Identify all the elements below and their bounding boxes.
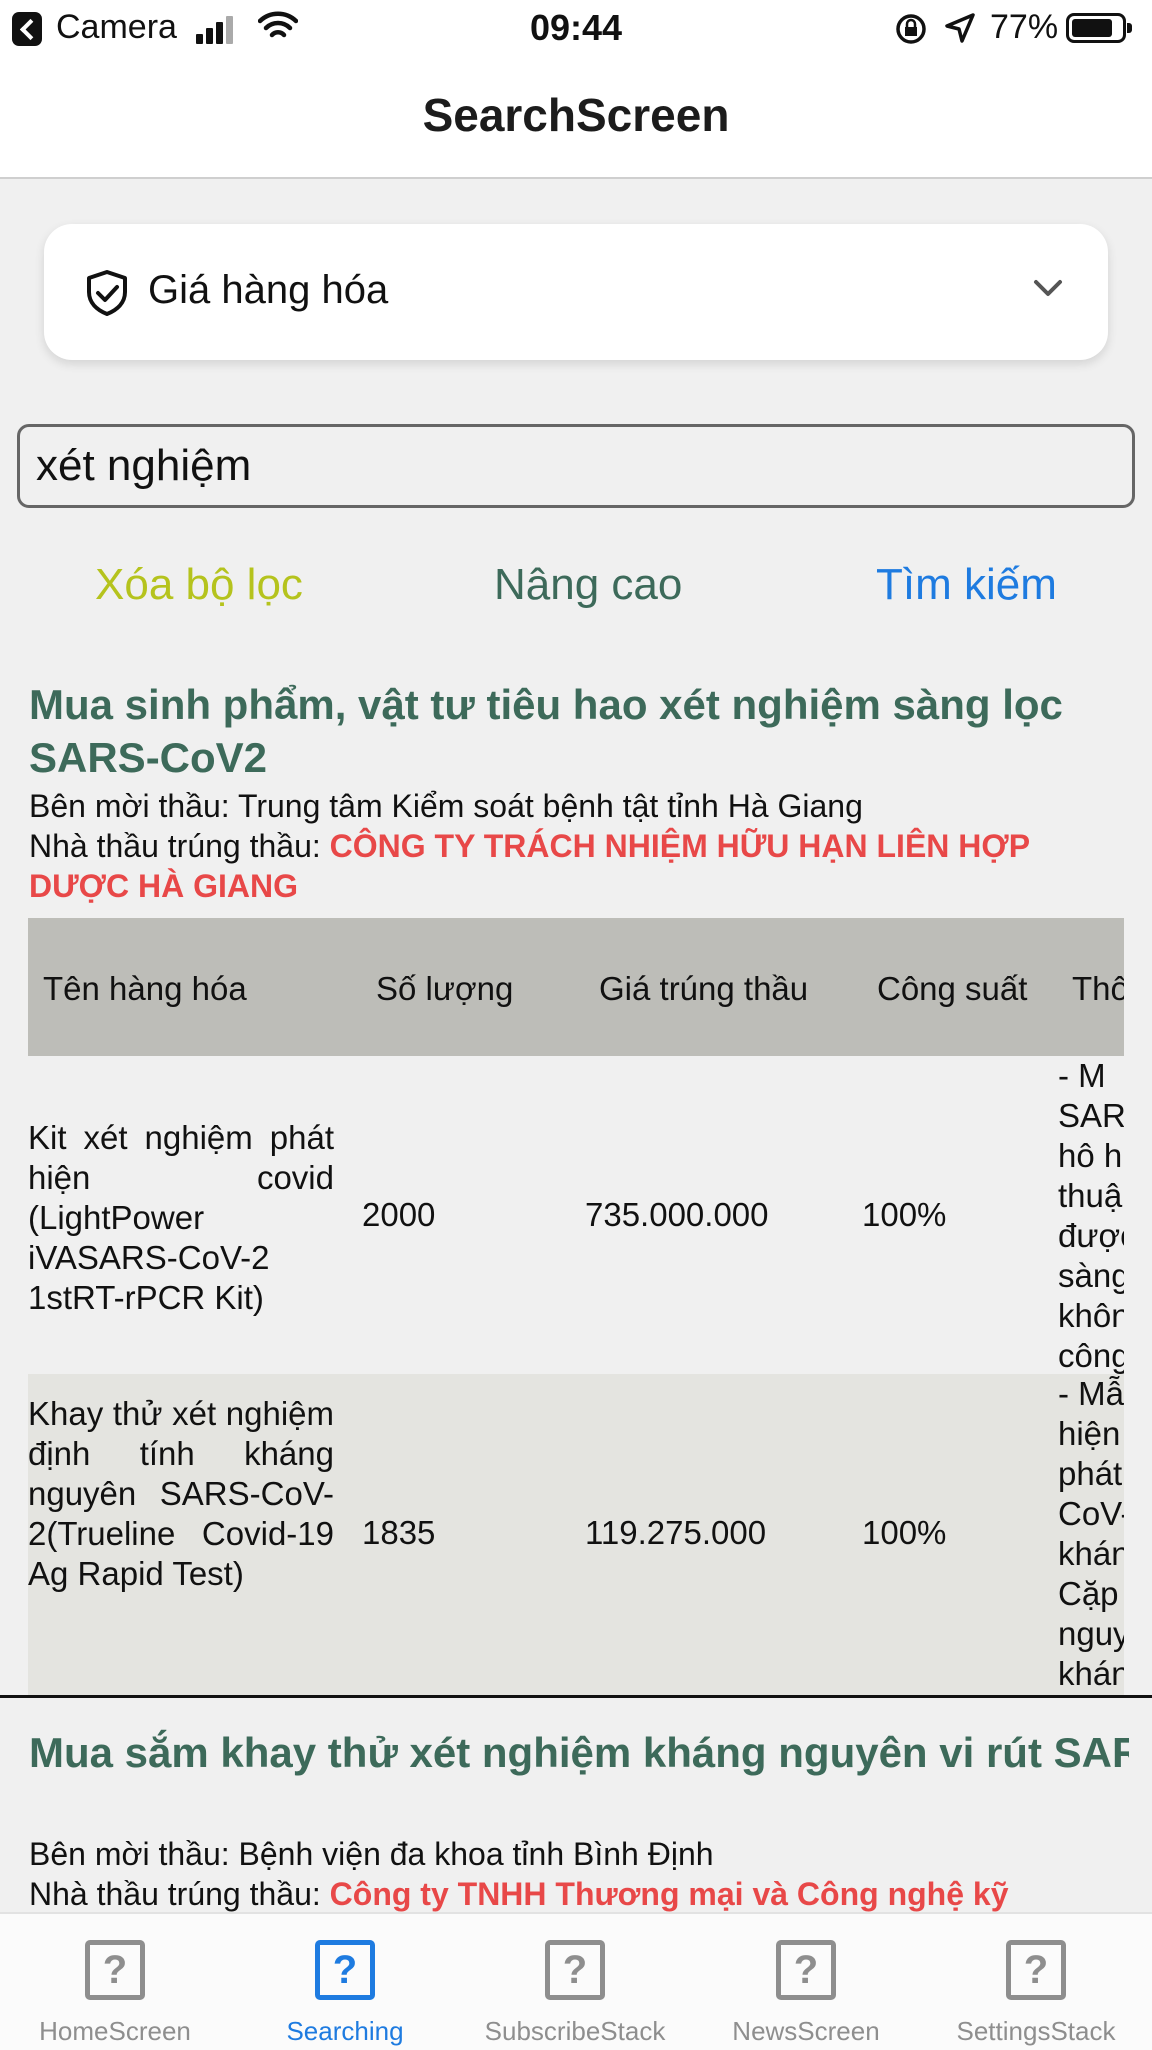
- tab-homescreen[interactable]: ? HomeScreen: [0, 1914, 230, 2050]
- clear-filter-button[interactable]: Xóa bộ lọc: [95, 560, 303, 610]
- winner-name: Công ty TNHH Thương mại và Công nghệ kỹ: [329, 1876, 1009, 1912]
- page-title: SearchScreen: [422, 89, 730, 141]
- battery-icon: [1066, 13, 1132, 43]
- shield-check-icon: [87, 270, 127, 316]
- spec-line: CoV-: [1058, 1495, 1124, 1532]
- help-icon: ?: [545, 1940, 605, 2000]
- tab-label: HomeScreen: [39, 2016, 191, 2046]
- battery-percent: 77%: [990, 8, 1059, 46]
- result-title[interactable]: Mua sắm khay thử xét nghiệm kháng nguyên…: [29, 1726, 1129, 1779]
- cell-name: Khay thử xét nghiệm định tính kháng nguy…: [28, 1395, 334, 1592]
- result-winner: Nhà thầu trúng thầu: CÔNG TY TRÁCH NHIỆM…: [29, 826, 1119, 906]
- cell-spec: - MẫhiệnphátCoV-khánCặpnguykhán: [1058, 1374, 1124, 1694]
- tab-label: SettingsStack: [956, 2016, 1116, 2046]
- spec-line: khôn: [1058, 1297, 1124, 1334]
- result-divider: [0, 1695, 1152, 1698]
- spec-line: - M: [1058, 1057, 1106, 1094]
- col-header-quantity: Số lượng: [376, 970, 514, 1007]
- help-icon: ?: [776, 1940, 836, 2000]
- result-title[interactable]: Mua sinh phẩm, vật tư tiêu hao xét nghiệ…: [29, 678, 1119, 784]
- nav-header: SearchScreen: [0, 58, 1152, 179]
- spec-line: khán: [1058, 1535, 1124, 1572]
- spec-line: hiện: [1058, 1415, 1121, 1452]
- result-inviter: Bên mời thầu: Trung tâm Kiểm soát bệnh t…: [29, 788, 863, 824]
- spec-line: phát: [1058, 1455, 1123, 1492]
- spec-line: được: [1058, 1217, 1124, 1254]
- cell-quantity: 1835: [362, 1514, 436, 1551]
- help-icon: ?: [1006, 1940, 1066, 2000]
- status-bar: Camera 09:44 77%: [0, 0, 1152, 58]
- spec-line: hô h: [1058, 1137, 1123, 1174]
- table-row: Kit xét nghiệm phát hiện covid (LightPow…: [28, 1056, 1124, 1374]
- spec-line: SAR: [1058, 1097, 1124, 1134]
- help-icon: ?: [315, 1940, 375, 2000]
- tab-newsscreen[interactable]: ? NewsScreen: [691, 1914, 921, 2050]
- winner-label: Nhà thầu trúng thầu:: [29, 1876, 321, 1912]
- col-header-spec: Thô: [1072, 970, 1124, 1007]
- goods-table[interactable]: Tên hàng hóa Số lượng Giá trúng thầu Côn…: [28, 918, 1124, 1695]
- cell-quantity: 2000: [362, 1196, 436, 1233]
- tab-searching[interactable]: ? Searching: [230, 1914, 460, 2050]
- col-header-capacity: Công suất: [877, 970, 1028, 1007]
- spec-line: Cặp: [1058, 1575, 1119, 1612]
- result-inviter: Bên mời thầu: Bệnh viện đa khoa tỉnh Bìn…: [29, 1836, 714, 1872]
- spec-line: thuậ: [1058, 1177, 1123, 1214]
- col-header-name: Tên hàng hóa: [43, 970, 247, 1007]
- search-input[interactable]: [17, 424, 1135, 508]
- result-title-text: Mua sắm khay thử xét nghiệm kháng nguyên…: [29, 1729, 1129, 1776]
- category-dropdown[interactable]: Giá hàng hóa: [44, 224, 1108, 360]
- table-header: Tên hàng hóa Số lượng Giá trúng thầu Côn…: [28, 918, 1124, 1056]
- tab-label: SubscribeStack: [484, 2016, 666, 2046]
- cell-spec: - MSARhô hthuậđượcsàngkhôncông: [1058, 1056, 1124, 1376]
- tab-label: NewsScreen: [732, 2016, 880, 2046]
- tab-subscribestack[interactable]: ? SubscribeStack: [460, 1914, 690, 2050]
- tab-settingsstack[interactable]: ? SettingsStack: [921, 1914, 1151, 2050]
- cell-name: Kit xét nghiệm phát hiện covid (LightPow…: [28, 1119, 334, 1316]
- cell-capacity: 100%: [862, 1196, 947, 1233]
- table-row: Khay thử xét nghiệm định tính kháng nguy…: [28, 1374, 1124, 1695]
- help-icon: ?: [85, 1940, 145, 2000]
- cell-price: 735.000.000: [585, 1196, 769, 1233]
- clock: 09:44: [529, 7, 623, 48]
- advanced-search-button[interactable]: Nâng cao: [494, 560, 682, 610]
- spec-line: công: [1058, 1337, 1124, 1374]
- spec-line: nguy: [1058, 1615, 1124, 1652]
- col-header-price: Giá trúng thầu: [599, 970, 809, 1007]
- chevron-down-icon: [1034, 280, 1062, 296]
- tab-label: Searching: [286, 2016, 404, 2046]
- bottom-tab-bar: ? HomeScreen ? Searching ? SubscribeStac…: [0, 1912, 1152, 2050]
- result-winner: Nhà thầu trúng thầu: Công ty TNHH Thương…: [29, 1874, 1139, 1914]
- spec-line: khán: [1058, 1655, 1124, 1692]
- spec-line: sàng: [1058, 1257, 1124, 1294]
- search-button[interactable]: Tìm kiếm: [876, 560, 1057, 610]
- winner-label: Nhà thầu trúng thầu:: [29, 828, 321, 864]
- cell-capacity: 100%: [862, 1514, 947, 1551]
- rotation-lock-icon: [896, 14, 926, 44]
- dropdown-selected-value: Giá hàng hóa: [148, 268, 389, 312]
- location-icon: [945, 13, 975, 43]
- spec-line: - Mẫ: [1058, 1375, 1124, 1412]
- cell-price: 119.275.000: [585, 1514, 767, 1551]
